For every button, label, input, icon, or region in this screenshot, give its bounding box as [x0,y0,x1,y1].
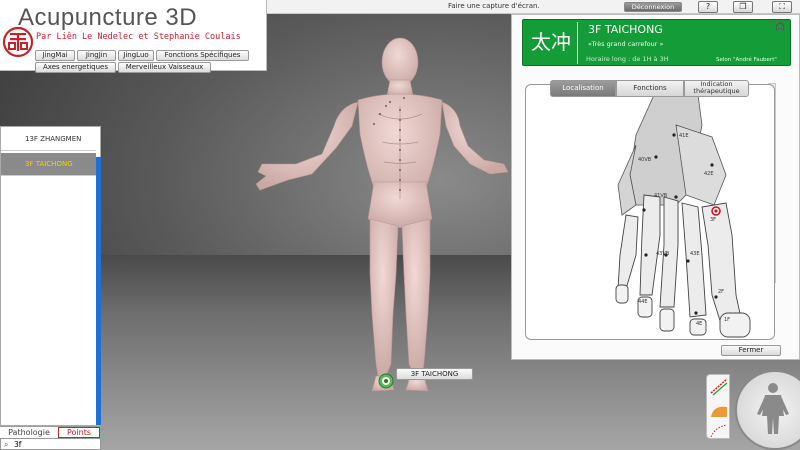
body-navigator[interactable] [735,370,800,450]
nav-merveilleux-vaisseaux[interactable]: Merveilleux Vaisseaux [118,62,211,73]
app-title: Acupuncture 3D [18,4,198,31]
detail-tabs: Localisation Fonctions Indication thérap… [550,80,749,97]
points-list-panel: 13F ZHANGMEN 3F TAICHONG [0,126,101,426]
point-hours: Horaire long : de 1H à 3H [586,55,669,63]
nav-axes-energetiques[interactable]: Axes energetiques [35,62,116,73]
foot-diagram: 41E 40VB 42E 41VB 43VB 43E 44E 2F 3F 1F … [615,94,751,338]
diagram-label: 43E [690,251,700,257]
tab-fonctions[interactable]: Fonctions [616,80,684,97]
app-subtitle: Par Liên Le Nedelec et Stephanie Coulais [36,32,241,42]
nav-jingluo[interactable]: JingLuo [118,50,154,61]
help-button[interactable]: ? [698,1,718,13]
selected-point-marker[interactable] [378,373,394,389]
fullscreen-icon: ⛶ [779,2,785,11]
point-label[interactable]: 3F TAICHONG [396,368,473,380]
point-source: Selon "André Faubert" [716,57,777,63]
close-button[interactable]: Fermer [721,345,781,356]
search-box: ⌕ [0,438,101,450]
point-detail-panel: 太冲 3F TAICHONG «Très grand carrefour » H… [511,14,800,360]
body-silhouette-icon [757,383,789,434]
tab-pathologie[interactable]: Pathologie [0,427,58,438]
diagram-label: 4E [696,321,702,327]
screenshot-link[interactable]: Faire une capture d'écran. [448,2,540,10]
tab-points[interactable]: Points [58,427,100,438]
point-hanzi: 太冲 [525,22,578,64]
search-icon: ⌕ [4,440,9,449]
nav-jingmai[interactable]: JingMai [35,50,75,61]
window-icon: ❐ [739,2,747,11]
window-button[interactable]: ❐ [733,1,753,13]
diagram-label: 3F [710,217,716,223]
nav-jingjin[interactable]: JingJin [77,50,116,61]
tab-indication-therapeutique[interactable]: Indication thérapeutique [684,80,749,97]
search-input[interactable] [14,439,98,449]
diagram-label: 41VB [654,193,668,199]
diagram-label: 44E [638,299,648,305]
localisation-diagram: 41E 40VB 42E 41VB 43VB 43E 44E 2F 3F 1F … [525,84,775,340]
diagram-label: 43VB [656,251,670,257]
skin-layer-tool-icon[interactable] [711,406,727,417]
list-item[interactable]: 13F ZHANGMEN [1,128,96,151]
body-viewport[interactable] [100,14,510,450]
human-body-model[interactable] [255,37,509,392]
point-meaning: «Très grand carrefour » [588,40,664,48]
point-code: 3F TAICHONG [588,23,663,36]
diagram-label: 41E [679,133,689,139]
list-scrollbar[interactable] [96,157,101,425]
dotted-path-tool-icon[interactable] [710,424,728,438]
diagram-label: 42E [704,171,714,177]
tools-palette [706,374,730,439]
diagram-label: 40VB [638,157,652,163]
point-header: 太冲 3F TAICHONG «Très grand carrefour » H… [522,19,791,66]
logout-button[interactable]: Déconnexion [624,2,682,12]
diagram-label: 2F [718,289,724,295]
app-logo-area: Acupuncture 3D Par Liên Le Nedelec et St… [0,0,267,73]
fullscreen-button[interactable]: ⛶ [772,1,792,13]
tab-localisation[interactable]: Localisation [550,80,616,97]
list-item-selected[interactable]: 3F TAICHONG [1,153,96,176]
meridian-line-tool-icon[interactable] [710,378,728,396]
help-icon: ? [705,2,711,11]
diagram-label: 1F [724,317,730,323]
headphones-icon[interactable]: 🎧 [775,22,785,31]
nav-fonctions-specifiques[interactable]: Fonctions Spécifiques [156,50,249,61]
